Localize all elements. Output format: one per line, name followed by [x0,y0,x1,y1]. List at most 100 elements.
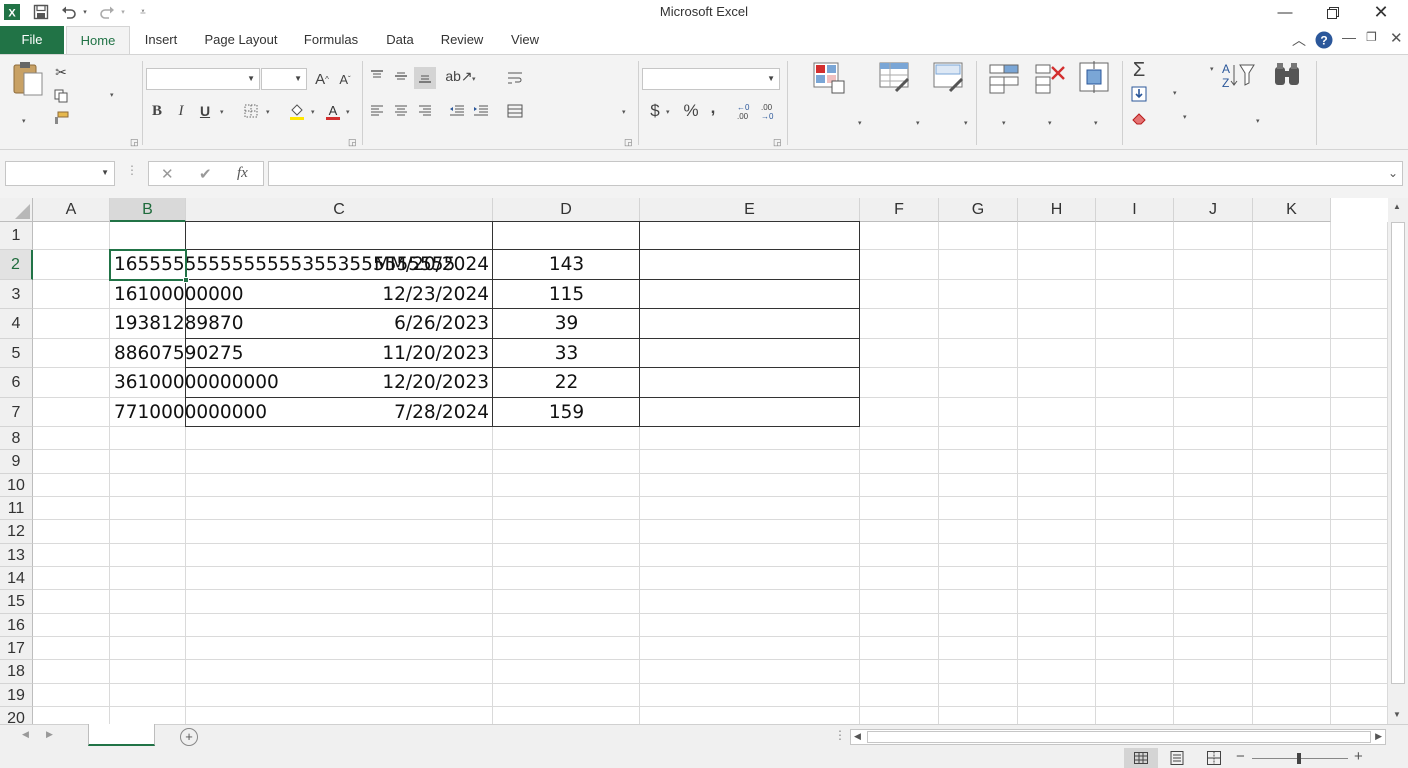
borders-icon[interactable] [240,100,262,122]
format-cells-icon[interactable] [1078,61,1114,97]
format-as-table-dropdown-icon[interactable]: ▾ [916,119,920,127]
increase-indent-icon[interactable] [470,100,492,122]
sort-filter-top-dropdown-icon[interactable]: ▾ [1210,65,1214,73]
font-launcher-icon[interactable]: ◲ [348,137,357,148]
name-box-dropdown-icon[interactable]: ▼ [101,168,109,177]
font-size-box[interactable]: ▼ [261,68,307,90]
column-header-b[interactable]: B [110,198,186,222]
cell-d3[interactable]: 115 [493,280,640,309]
row-header-11[interactable]: 11 [0,497,33,520]
row-header-8[interactable]: 8 [0,427,33,450]
scroll-right-icon[interactable]: ▶ [1375,731,1382,742]
font-name-dropdown-icon[interactable]: ▼ [247,74,255,83]
insert-function-icon[interactable]: fx [237,165,248,182]
cell-d4[interactable]: 39 [493,309,640,339]
column-header-a[interactable]: A [33,198,110,222]
underline-icon[interactable]: U [194,100,216,122]
row-header-4[interactable]: 4 [0,309,33,339]
merge-dropdown-icon[interactable]: ▾ [622,108,626,116]
orientation-icon[interactable]: ab↗ [445,65,472,87]
cell-c7[interactable]: 7/28/2024 [186,398,493,427]
next-sheet-icon[interactable]: ▶ [46,729,53,740]
cell-c2[interactable]: MM/20/2024 [186,250,493,280]
tab-data[interactable]: Data [378,26,422,54]
help-icon[interactable]: ? [1315,31,1333,52]
font-color-dropdown-icon[interactable]: ▾ [346,108,350,116]
copy-icon[interactable] [50,85,72,107]
row-header-16[interactable]: 16 [0,614,33,637]
align-center-icon[interactable] [390,100,412,122]
fill-color-icon[interactable] [286,100,308,122]
sort-filter-icon[interactable]: AZ [1220,61,1256,97]
percent-icon[interactable]: % [680,100,702,122]
font-name-box[interactable]: ▼ [146,68,260,90]
bold-icon[interactable]: B [146,100,168,122]
cell-d2[interactable]: 143 [493,250,640,280]
find-select-icon[interactable] [1272,61,1308,97]
cell-styles-dropdown-icon[interactable]: ▾ [964,119,968,127]
copy-dropdown-icon[interactable]: ▾ [110,91,114,99]
cell-b5[interactable]: 88607590275 [110,339,243,368]
format-painter-icon[interactable] [50,107,72,129]
minimize-workbook-icon[interactable]: — [1342,29,1356,45]
formula-input[interactable]: ⌄ [268,161,1403,186]
sheet-tab[interactable] [88,724,155,746]
tab-page-layout[interactable]: Page Layout [196,26,286,54]
row-header-5[interactable]: 5 [0,339,33,368]
normal-view-icon[interactable] [1124,748,1158,768]
align-right-icon[interactable] [414,100,436,122]
row-header-18[interactable]: 18 [0,660,33,684]
merge-center-icon[interactable] [504,100,526,122]
borders-dropdown-icon[interactable]: ▾ [266,108,270,116]
zoom-out-icon[interactable]: − [1236,748,1245,765]
row-header-15[interactable]: 15 [0,590,33,614]
conditional-formatting-icon[interactable] [812,61,848,97]
tab-formulas[interactable]: Formulas [296,26,366,54]
column-header-g[interactable]: G [939,198,1018,222]
row-header-12[interactable]: 12 [0,520,33,544]
horizontal-scroll-thumb[interactable] [867,731,1371,743]
restore-workbook-icon[interactable]: ❐ [1366,30,1377,44]
tab-review[interactable]: Review [434,26,490,54]
currency-icon[interactable]: $ [644,100,666,122]
row-header-2[interactable]: 2 [0,250,33,280]
cell-d5[interactable]: 33 [493,339,640,368]
cell-d7[interactable]: 159 [493,398,640,427]
cell-styles-icon[interactable] [932,61,968,97]
page-layout-view-icon[interactable] [1170,751,1184,768]
orientation-dropdown-icon[interactable]: ▾ [472,75,476,83]
row-header-6[interactable]: 6 [0,368,33,398]
conditional-formatting-dropdown-icon[interactable]: ▾ [858,119,862,127]
tab-insert[interactable]: Insert [136,26,186,54]
align-left-icon[interactable] [366,100,388,122]
collapse-ribbon-icon[interactable]: ︿ [1292,30,1306,50]
select-all-button[interactable] [0,198,33,222]
column-header-d[interactable]: D [493,198,640,222]
number-format-dropdown-icon[interactable]: ▼ [767,74,775,83]
row-header-14[interactable]: 14 [0,567,33,590]
cell-b3[interactable]: 16100000000 [110,280,243,309]
format-cells-dropdown-icon[interactable]: ▾ [1094,119,1098,127]
cell-b4[interactable]: 19381289870 [110,309,243,339]
cell-b6[interactable]: 36100000000000 [110,368,279,398]
clear-icon[interactable] [1128,107,1150,129]
currency-dropdown-icon[interactable]: ▾ [666,108,670,116]
cell-b7[interactable]: 7710000000000 [110,398,267,427]
sort-filter-dropdown-icon[interactable]: ▾ [1256,117,1260,125]
minimize-button[interactable]: — [1262,0,1308,25]
increase-font-size-icon[interactable]: A ^ [311,68,333,90]
column-header-h[interactable]: H [1018,198,1096,222]
scroll-up-icon[interactable]: ▲ [1393,202,1401,211]
paste-icon[interactable] [12,61,48,97]
row-header-1[interactable]: 1 [0,222,33,250]
column-header-f[interactable]: F [860,198,939,222]
formula-bar-splitter-icon[interactable]: ⋮ [126,163,138,177]
italic-icon[interactable]: I [170,100,192,122]
cell-c6[interactable]: 12/20/2023 [186,368,493,398]
row-header-20[interactable]: 20 [0,707,33,724]
vertical-scroll-thumb[interactable] [1391,222,1405,684]
increase-decimal-icon[interactable]: ←0.00 [734,100,756,122]
restore-button[interactable] [1310,0,1356,25]
row-header-10[interactable]: 10 [0,474,33,497]
clear-dropdown-icon[interactable]: ▾ [1183,113,1187,121]
